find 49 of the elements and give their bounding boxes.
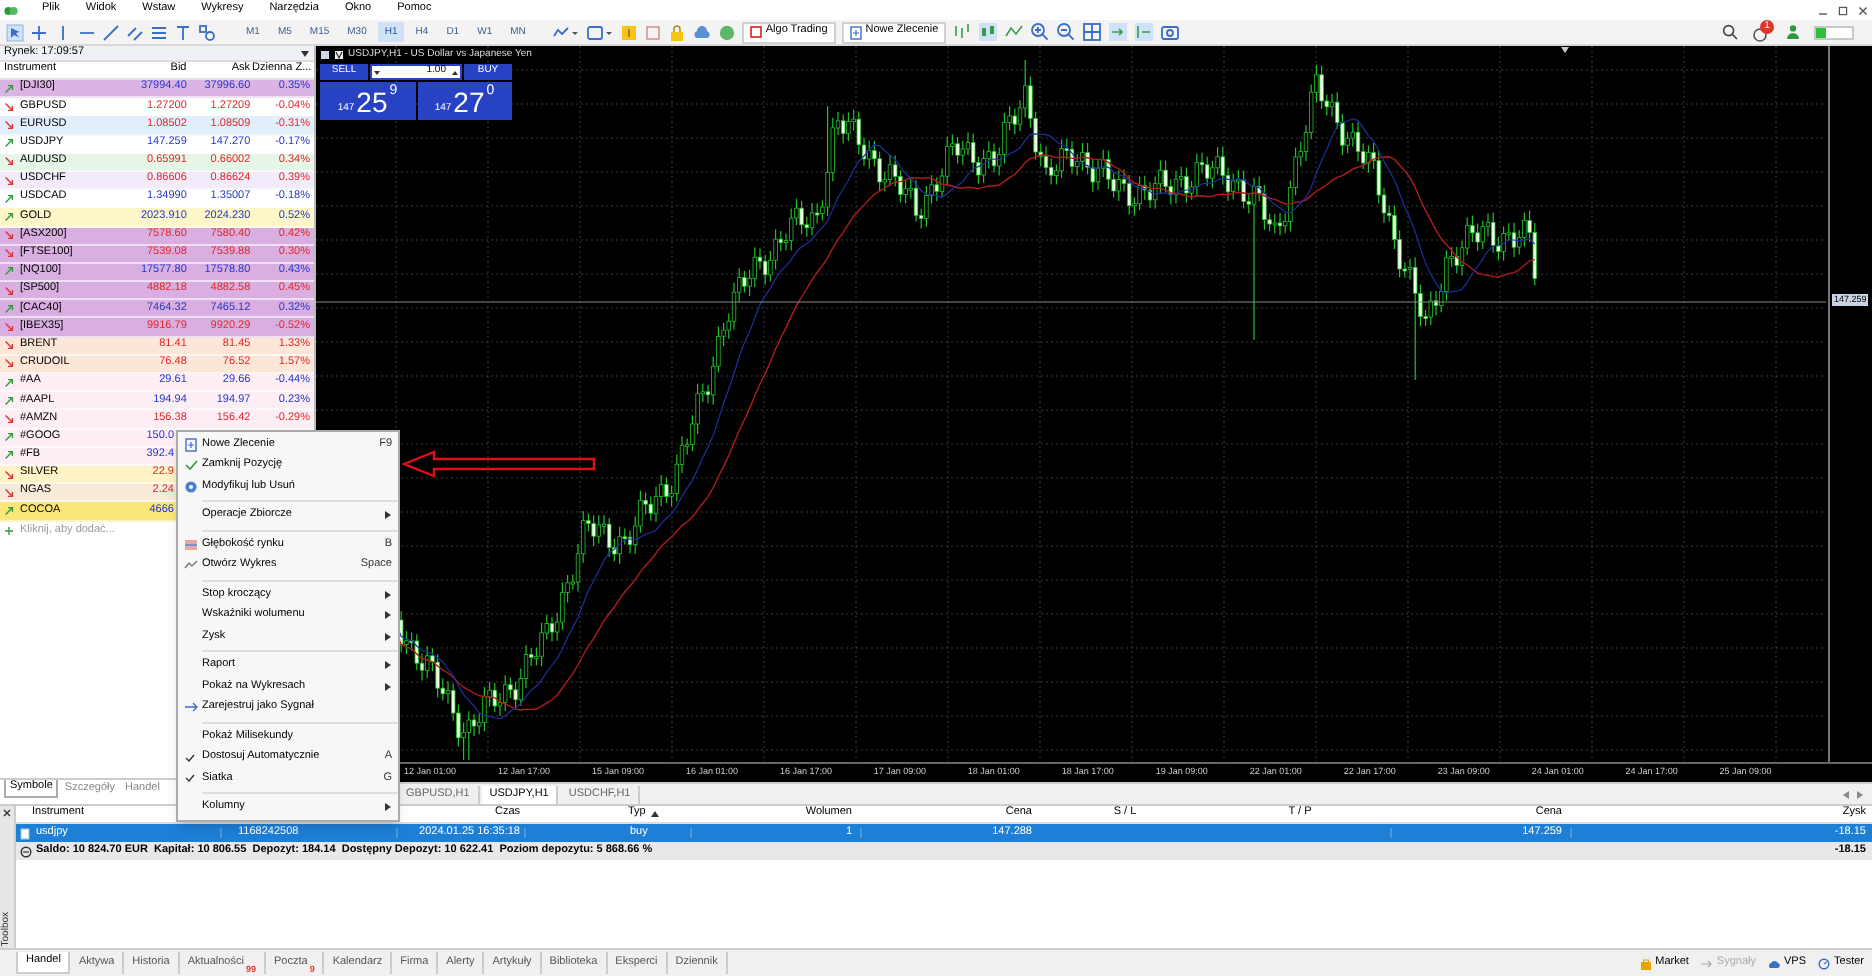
- position-icon: [20, 827, 30, 839]
- scroll-right-icon[interactable]: [1856, 789, 1864, 799]
- chart-window-icon: [320, 50, 330, 61]
- chart-shift-icon[interactable]: [1134, 22, 1155, 42]
- balance-icon: [20, 845, 32, 857]
- candles-icon[interactable]: [978, 22, 999, 42]
- document-icon: [183, 437, 197, 452]
- user-icon[interactable]: [1786, 24, 1800, 40]
- bars-icon[interactable]: [952, 22, 973, 42]
- zoom-out-icon[interactable]: [1056, 22, 1077, 42]
- parallel-lines-icon[interactable]: [126, 23, 144, 41]
- line-chart-icon: [183, 558, 197, 573]
- cursor-icon[interactable]: [6, 23, 24, 41]
- maximize-icon[interactable]: [1838, 5, 1848, 15]
- checkmark-icon: [183, 458, 197, 473]
- levels-icon[interactable]: [150, 23, 168, 41]
- lock-icon[interactable]: [667, 23, 686, 41]
- zoom-in-icon[interactable]: [1030, 22, 1051, 42]
- chart-window-icon: [334, 50, 344, 61]
- sort-icon: [649, 810, 660, 818]
- line-chart-icon[interactable]: [1004, 22, 1025, 42]
- cloud-icon: [1768, 957, 1780, 969]
- screenshot-icon[interactable]: [1160, 22, 1181, 42]
- plus-icon: [4, 526, 14, 536]
- chart-type-icon[interactable]: [551, 23, 580, 41]
- stop-square-icon: [749, 26, 762, 38]
- gauge-icon: [1818, 957, 1831, 969]
- increase-icon: [450, 67, 460, 77]
- connection-bar-icon: [1814, 25, 1854, 39]
- app-logo-icon: [4, 3, 18, 17]
- decrease-icon: [372, 67, 382, 77]
- signal-icon: [1700, 957, 1713, 969]
- bag-icon: [1639, 957, 1652, 969]
- close-icon[interactable]: [2, 808, 12, 818]
- document-icon: [849, 25, 862, 39]
- crosshair-icon[interactable]: [30, 23, 48, 41]
- grid-icon[interactable]: [1082, 22, 1103, 42]
- indicator-icon[interactable]: [619, 23, 638, 41]
- table-icon: [183, 537, 197, 552]
- search-icon[interactable]: [1722, 24, 1738, 40]
- template-icon[interactable]: [585, 23, 614, 41]
- scroll-left-icon[interactable]: [1842, 789, 1850, 799]
- autoscroll-icon[interactable]: [1108, 22, 1129, 42]
- close-icon[interactable]: [1858, 5, 1868, 15]
- cloud-icon[interactable]: [691, 23, 712, 41]
- trendline-icon[interactable]: [102, 23, 120, 41]
- arrow-icon: [183, 700, 197, 715]
- text-tool-icon[interactable]: [174, 23, 192, 41]
- shapes-icon[interactable]: [198, 23, 216, 41]
